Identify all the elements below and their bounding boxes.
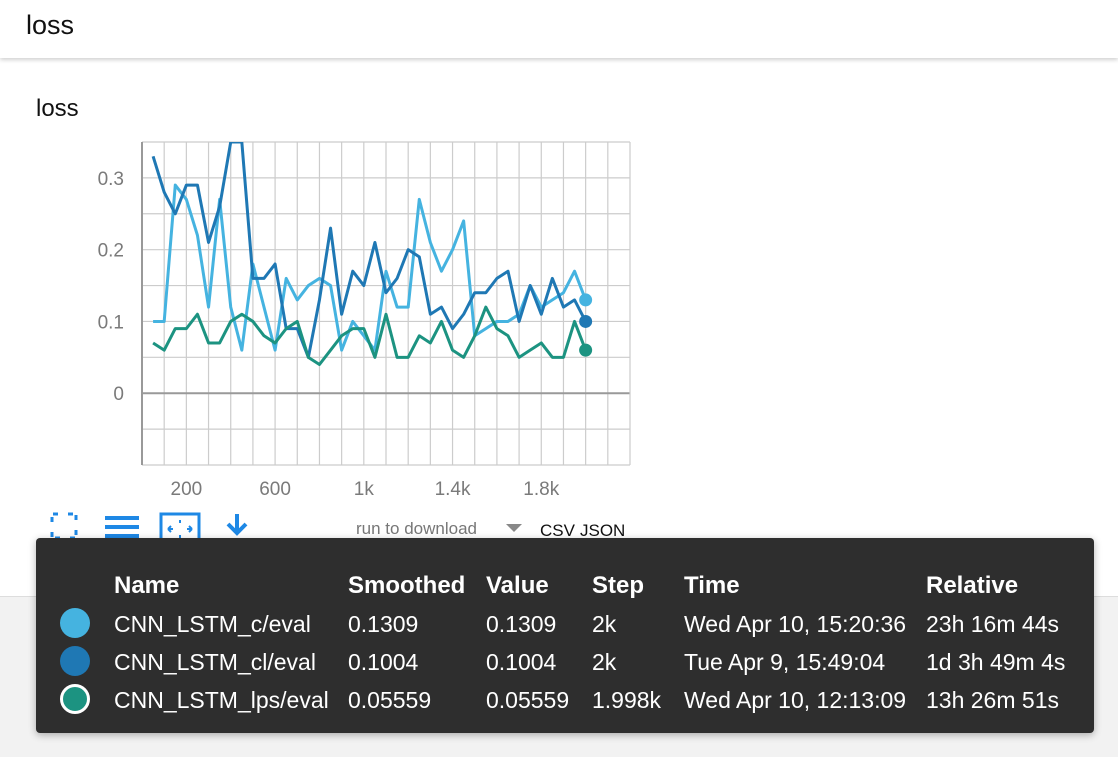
table-cell-relative: 1d 3h 49m 4s xyxy=(926,649,1066,675)
table-cell-time: Wed Apr 10, 15:20:36 xyxy=(684,611,907,637)
table-cell-smoothed: 0.1004 xyxy=(348,649,419,675)
series-endpoint-marker xyxy=(579,293,593,307)
table-cell-time: Tue Apr 9, 15:49:04 xyxy=(684,649,886,675)
series-color-swatch xyxy=(60,608,90,638)
table-cell-smoothed: 0.1309 xyxy=(348,611,419,637)
x-tick-label: 200 xyxy=(171,479,203,500)
column-header-relative: Relative xyxy=(926,572,1019,599)
chevron-down-icon xyxy=(506,524,522,532)
table-cell-relative: 13h 26m 51s xyxy=(926,687,1059,713)
column-header-value: Value xyxy=(486,572,549,599)
y-tick-label: 0 xyxy=(113,384,124,405)
table-cell-step: 2k xyxy=(592,611,617,637)
column-header-name: Name xyxy=(114,572,180,599)
x-tick-label: 1k xyxy=(354,479,375,500)
x-tick-label: 600 xyxy=(259,479,291,500)
y-tick-label: 0.2 xyxy=(98,241,124,262)
table-cell-name: CNN_LSTM_lps/eval xyxy=(114,687,329,713)
loss-chart: 0 0.1 0.2 0.3 200 600 1k 1.4k 1.8k xyxy=(98,141,631,500)
y-tick-label: 0.1 xyxy=(98,312,124,333)
table-cell-step: 1.998k xyxy=(592,687,662,713)
series-color-swatch xyxy=(60,646,90,676)
table-cell-value: 0.1309 xyxy=(486,611,557,637)
table-cell-value: 0.05559 xyxy=(486,687,570,713)
series-endpoint-marker xyxy=(579,314,593,328)
table-cell-smoothed: 0.05559 xyxy=(348,687,432,713)
page-header: loss xyxy=(0,0,1118,58)
chart-title: loss xyxy=(36,95,79,122)
series-color-swatch xyxy=(60,684,90,714)
table-cell-time: Wed Apr 10, 12:13:09 xyxy=(684,687,907,713)
run-select-placeholder: run to download xyxy=(356,519,477,538)
column-header-step: Step xyxy=(592,572,645,599)
table-cell-name: CNN_LSTM_c/eval xyxy=(114,611,311,637)
column-header-time: Time xyxy=(684,572,740,599)
chart-tooltip: Name Smoothed Value Step Time Relative C… xyxy=(36,538,1094,733)
x-tick-label: 1.8k xyxy=(523,479,559,500)
table-cell-value: 0.1004 xyxy=(486,649,557,675)
y-tick-label: 0.3 xyxy=(98,169,124,190)
table-cell-relative: 23h 16m 44s xyxy=(926,611,1059,637)
series-endpoint-marker xyxy=(579,343,593,357)
column-header-smoothed: Smoothed xyxy=(348,572,466,599)
x-tick-label: 1.4k xyxy=(435,479,471,500)
table-cell-name: CNN_LSTM_cl/eval xyxy=(114,649,316,675)
page-title: loss xyxy=(26,10,75,40)
table-cell-step: 2k xyxy=(592,649,617,675)
